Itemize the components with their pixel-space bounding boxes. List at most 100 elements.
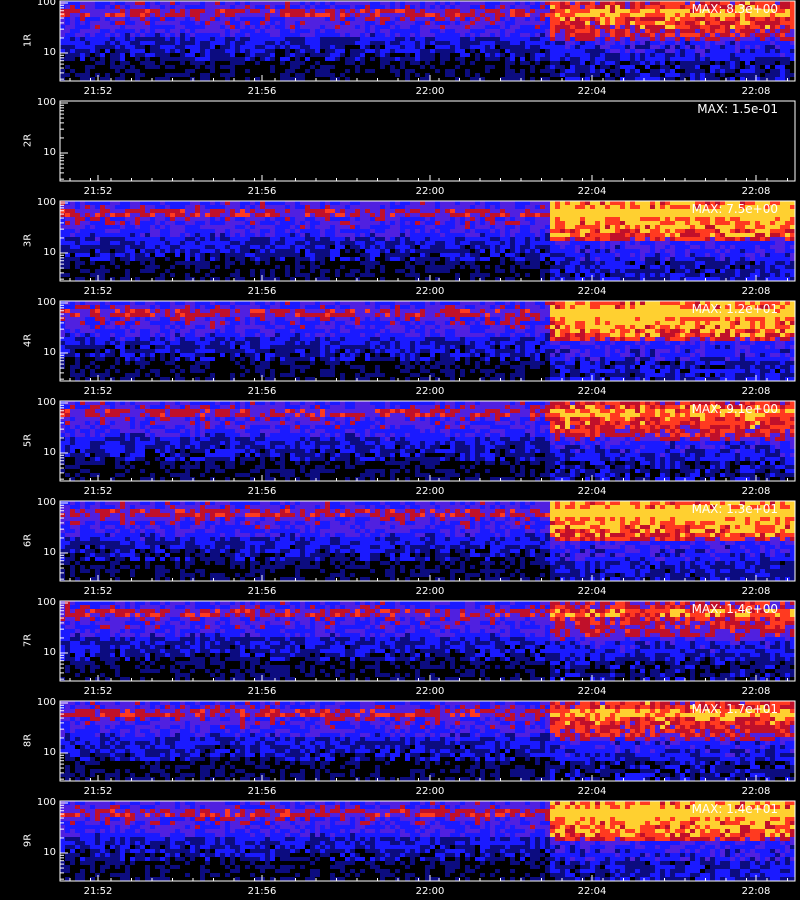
- heatmap-cell: [510, 29, 515, 33]
- heatmap-cell: [385, 53, 390, 57]
- heatmap-cell: [710, 69, 715, 73]
- heatmap-cell: [355, 257, 360, 261]
- heatmap-cell: [780, 41, 785, 45]
- heatmap-cell: [460, 57, 465, 61]
- heatmap-cell: [430, 249, 435, 253]
- heatmap-cell: [535, 9, 540, 13]
- heatmap-cell: [345, 13, 350, 17]
- heatmap-cell: [620, 21, 625, 25]
- heatmap-cell: [130, 257, 135, 261]
- heatmap-cell: [115, 209, 120, 213]
- heatmap-cell: [400, 201, 405, 205]
- heatmap-cell: [505, 205, 510, 209]
- heatmap-cell: [145, 249, 150, 253]
- heatmap-cell: [475, 269, 480, 273]
- heatmap-cell: [375, 241, 380, 245]
- heatmap-cell: [100, 249, 105, 253]
- heatmap-cell: [695, 53, 700, 57]
- heatmap-cell: [715, 217, 720, 221]
- heatmap-cell: [345, 213, 350, 217]
- heatmap-cell: [520, 29, 525, 33]
- heatmap-cell: [590, 245, 595, 249]
- heatmap-cell: [385, 221, 390, 225]
- heatmap-cell: [590, 21, 595, 25]
- heatmap-cell: [260, 213, 265, 217]
- heatmap-cell: [730, 257, 735, 261]
- heatmap-cell: [165, 225, 170, 229]
- heatmap-cell: [555, 17, 560, 21]
- heatmap-cell: [510, 269, 515, 273]
- heatmap-cell: [415, 49, 420, 53]
- heatmap-cell: [715, 273, 720, 277]
- heatmap-cell: [230, 225, 235, 229]
- heatmap-cell: [65, 241, 70, 245]
- heatmap-cell: [465, 249, 470, 253]
- heatmap-cell: [270, 29, 275, 33]
- heatmap-cell: [255, 249, 260, 253]
- heatmap-cell: [435, 213, 440, 217]
- heatmap-cell: [655, 13, 660, 17]
- heatmap-cell: [315, 257, 320, 261]
- heatmap-cell: [170, 33, 175, 37]
- heatmap-cell: [735, 233, 740, 237]
- heatmap-cell: [370, 21, 375, 25]
- heatmap-cell: [470, 1, 475, 5]
- heatmap-cell: [640, 25, 645, 29]
- heatmap-cell: [90, 257, 95, 261]
- heatmap-cell: [440, 253, 445, 257]
- heatmap-cell: [345, 5, 350, 9]
- heatmap-cell: [575, 13, 580, 17]
- heatmap-cell: [340, 29, 345, 33]
- heatmap-cell: [600, 241, 605, 245]
- heatmap-cell: [475, 209, 480, 213]
- heatmap-cell: [685, 257, 690, 261]
- heatmap-cell: [95, 41, 100, 45]
- heatmap-cell: [270, 245, 275, 249]
- heatmap-cell: [365, 5, 370, 9]
- heatmap-cell: [95, 25, 100, 29]
- heatmap-cell: [70, 21, 75, 25]
- heatmap-cell: [95, 5, 100, 9]
- heatmap-cell: [255, 49, 260, 53]
- heatmap-cell: [725, 33, 730, 37]
- heatmap-cell: [200, 61, 205, 65]
- heatmap-cell: [80, 17, 85, 21]
- heatmap-cell: [745, 53, 750, 57]
- heatmap-cell: [565, 249, 570, 253]
- heatmap-cell: [770, 21, 775, 25]
- heatmap-cell: [360, 213, 365, 217]
- heatmap-cell: [545, 53, 550, 57]
- heatmap-cell: [665, 233, 670, 237]
- heatmap-cell: [425, 53, 430, 57]
- heatmap-cell: [600, 41, 605, 45]
- heatmap-cell: [680, 217, 685, 221]
- heatmap-cell: [205, 1, 210, 5]
- heatmap-cell: [335, 45, 340, 49]
- heatmap-cell: [505, 77, 510, 81]
- heatmap-cell: [225, 57, 230, 61]
- heatmap-cell: [75, 25, 80, 29]
- heatmap-cell: [245, 229, 250, 233]
- heatmap-cell: [305, 205, 310, 209]
- heatmap-cell: [380, 21, 385, 25]
- heatmap-cell: [535, 21, 540, 25]
- heatmap-cell: [395, 221, 400, 225]
- heatmap-cell: [765, 33, 770, 37]
- heatmap-cell: [545, 25, 550, 29]
- heatmap-cell: [710, 277, 715, 281]
- heatmap-cell: [540, 241, 545, 245]
- heatmap-cell: [660, 253, 665, 257]
- heatmap-cell: [665, 1, 670, 5]
- heatmap-cell: [235, 253, 240, 257]
- heatmap-cell: [130, 29, 135, 33]
- heatmap-cell: [265, 241, 270, 245]
- heatmap-cell: [295, 9, 300, 13]
- heatmap-cell: [745, 29, 750, 33]
- heatmap-cell: [360, 261, 365, 265]
- heatmap-cell: [215, 29, 220, 33]
- heatmap-cell: [250, 273, 255, 277]
- heatmap-cell: [475, 21, 480, 25]
- heatmap-cell: [195, 65, 200, 69]
- heatmap-cell: [200, 77, 205, 81]
- heatmap-cell: [165, 53, 170, 57]
